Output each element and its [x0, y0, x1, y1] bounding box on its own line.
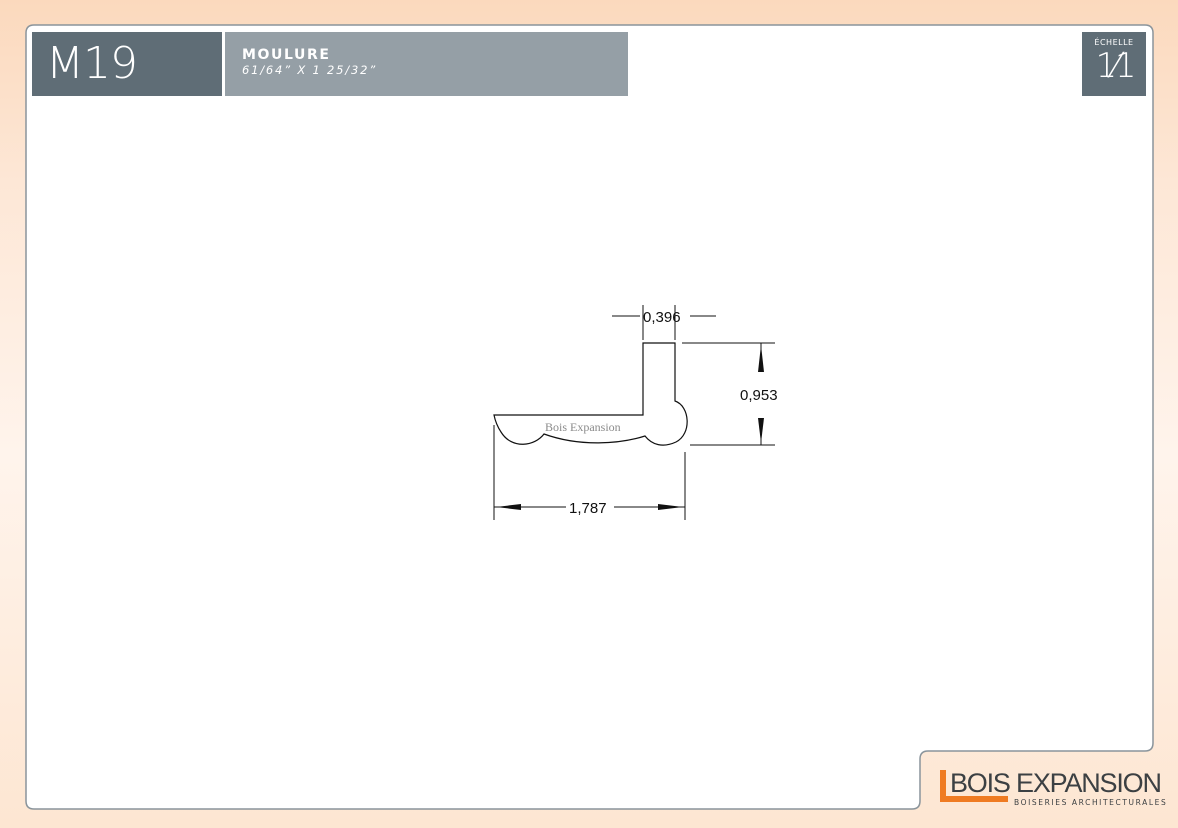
dimension-overall-width-label: 1,787: [569, 500, 607, 517]
logo-tagline: BOISERIES ARCHITECTURALES: [1014, 798, 1168, 807]
profile-watermark: Bois Expansion: [545, 420, 621, 434]
logo-name: BOIS EXPANSION: [950, 768, 1162, 798]
bois-expansion-logo: BOIS EXPANSION BOISERIES ARCHITECTURALES: [940, 768, 1166, 808]
dimension-top-width-label: 0,396: [643, 309, 681, 326]
dimension-height-label: 0,953: [740, 387, 778, 404]
moulding-profile-drawing: Bois Expansion 0,396 0,953 1,787: [493, 305, 778, 520]
